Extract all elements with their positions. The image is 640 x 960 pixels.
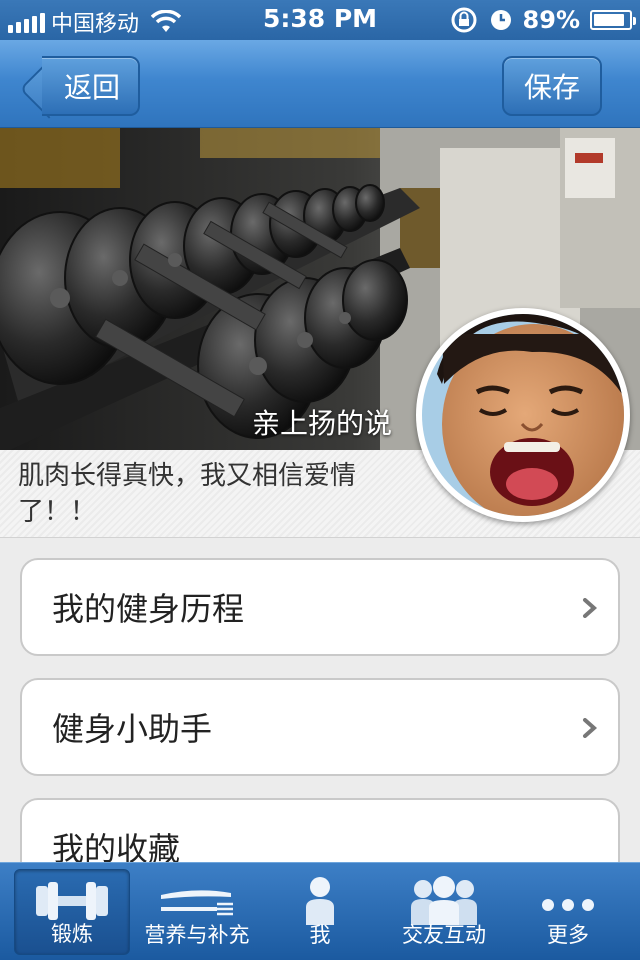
tab-me[interactable]: 我 — [262, 869, 378, 955]
navigation-bar: 返回 保存 — [0, 40, 640, 128]
tab-bar: 锻炼 营养与补充 我 交友互动 更多 — [0, 862, 640, 960]
back-button[interactable]: 返回 — [42, 56, 140, 116]
profile-quote: 肌肉长得真快，我又相信爱情了！！ — [18, 461, 357, 527]
tab-label: 我 — [309, 923, 331, 947]
save-button[interactable]: 保存 — [502, 56, 602, 116]
tab-label: 更多 — [547, 923, 589, 947]
avatar[interactable] — [416, 308, 630, 522]
menu-item-fitness-history[interactable]: 我的健身历程 — [20, 558, 620, 656]
chevron-right-icon — [583, 598, 598, 618]
battery-percent: 89% — [522, 6, 580, 34]
alarm-icon — [490, 10, 511, 30]
status-bar: 中国移动 5:38 PM 89% — [0, 0, 640, 40]
tab-social[interactable]: 交友互动 — [386, 869, 502, 955]
tab-label: 交友互动 — [402, 923, 486, 947]
tab-label: 营养与补充 — [144, 923, 250, 947]
cutlery-icon — [161, 890, 233, 916]
profile-caption: 亲上扬的说 — [251, 407, 392, 440]
battery-icon — [590, 10, 636, 30]
menu-item-fitness-assistant[interactable]: 健身小助手 — [20, 678, 620, 776]
person-icon — [306, 877, 334, 925]
menu-item-label: 我的健身历程 — [52, 590, 245, 628]
tab-nutrition[interactable]: 营养与补充 — [138, 869, 256, 955]
menu-item-label: 健身小助手 — [52, 710, 213, 748]
group-icon — [411, 876, 477, 925]
tab-label: 锻炼 — [51, 922, 93, 946]
tab-workout[interactable]: 锻炼 — [14, 869, 130, 955]
rotation-lock-icon — [451, 7, 477, 33]
chevron-right-icon — [583, 718, 598, 738]
tab-more[interactable]: 更多 — [510, 869, 626, 955]
more-dots-icon — [542, 899, 594, 911]
